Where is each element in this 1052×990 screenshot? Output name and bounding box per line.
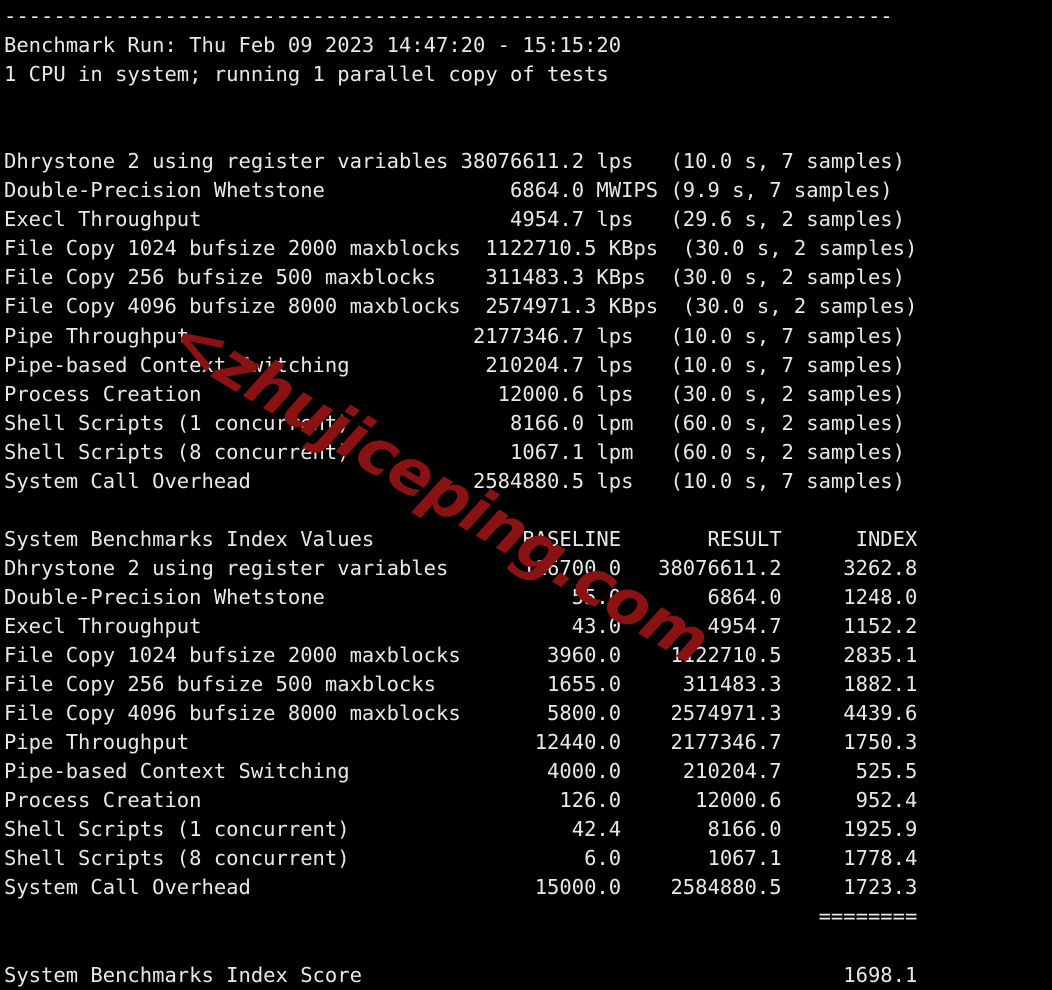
raw-result-row: Pipe Throughput 2177346.7 lps (10.0 s, 7…: [4, 323, 905, 348]
index-table-row: System Call Overhead 15000.0 2584880.5 1…: [4, 875, 918, 900]
benchmark-run-line: Benchmark Run: Thu Feb 09 2023 14:47:20 …: [4, 33, 622, 58]
raw-result-row: File Copy 1024 bufsize 2000 maxblocks 11…: [4, 236, 918, 261]
index-table-row: Process Creation 126.0 12000.6 952.4: [4, 788, 918, 813]
raw-result-row: Double-Precision Whetstone 6864.0 MWIPS …: [4, 178, 893, 203]
index-table-row: Pipe Throughput 12440.0 2177346.7 1750.3: [4, 730, 918, 755]
index-table-row: Shell Scripts (1 concurrent) 42.4 8166.0…: [4, 817, 918, 842]
raw-result-row: Execl Throughput 4954.7 lps (29.6 s, 2 s…: [4, 207, 905, 232]
raw-result-row: File Copy 256 bufsize 500 maxblocks 3114…: [4, 265, 905, 290]
index-table-row: File Copy 4096 bufsize 8000 maxblocks 58…: [4, 701, 918, 726]
index-table-row: Pipe-based Context Switching 4000.0 2102…: [4, 759, 918, 784]
raw-result-row: Process Creation 12000.6 lps (30.0 s, 2 …: [4, 381, 905, 406]
raw-result-row: Pipe-based Context Switching 210204.7 lp…: [4, 352, 905, 377]
index-table-row: File Copy 1024 bufsize 2000 maxblocks 39…: [4, 643, 918, 668]
index-table-row: File Copy 256 bufsize 500 maxblocks 1655…: [4, 672, 918, 697]
index-table-row: Execl Throughput 43.0 4954.7 1152.2: [4, 613, 918, 638]
horizontal-rule: ----------------------------------------…: [4, 4, 893, 28]
cpu-info-line: 1 CPU in system; running 1 parallel copy…: [4, 62, 609, 87]
index-table-row: Double-Precision Whetstone 55.0 6864.0 1…: [4, 584, 918, 609]
raw-result-row: File Copy 4096 bufsize 8000 maxblocks 25…: [4, 294, 918, 319]
raw-result-row: Shell Scripts (8 concurrent) 1067.1 lpm …: [4, 439, 905, 464]
raw-result-row: Shell Scripts (1 concurrent) 8166.0 lpm …: [4, 410, 905, 435]
terminal-output: ----------------------------------------…: [0, 0, 1052, 987]
raw-result-row: Dhrystone 2 using register variables 380…: [4, 149, 905, 174]
index-table-row: Dhrystone 2 using register variables 116…: [4, 555, 918, 580]
raw-result-row: System Call Overhead 2584880.5 lps (10.0…: [4, 468, 905, 493]
index-table-header: System Benchmarks Index Values BASELINE …: [4, 526, 918, 551]
score-separator: ========: [4, 904, 918, 929]
final-score-line: System Benchmarks Index Score 1698.1: [4, 962, 918, 987]
index-table-row: Shell Scripts (8 concurrent) 6.0 1067.1 …: [4, 846, 918, 871]
